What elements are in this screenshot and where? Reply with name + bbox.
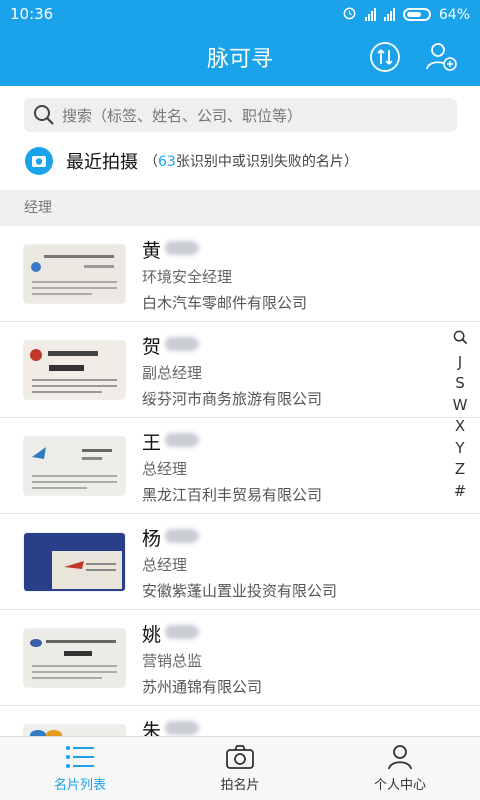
tab-scan-card[interactable]: 拍名片 xyxy=(160,737,320,800)
list-item[interactable]: 黄 环境安全经理 白木汽车零邮件有限公司 xyxy=(0,226,480,322)
contact-name: 王 xyxy=(142,428,200,455)
contact-title: 营销总监 xyxy=(142,652,203,670)
contact-title: 副总经理 xyxy=(142,364,203,382)
index-letter[interactable]: W xyxy=(453,395,468,417)
index-letter[interactable]: Z xyxy=(455,459,465,481)
index-letter[interactable]: S xyxy=(455,373,465,395)
business-card-thumbnail xyxy=(24,533,125,591)
business-card-thumbnail xyxy=(24,629,125,687)
list-item[interactable]: 杨 总经理 安徽紫蓬山置业投资有限公司 xyxy=(0,514,480,610)
sort-button[interactable] xyxy=(364,36,406,78)
camera-icon xyxy=(226,745,254,769)
contact-title: 总经理 xyxy=(142,556,188,574)
signal-icon-2 xyxy=(383,8,395,21)
contact-company: 安徽紫蓬山置业投资有限公司 xyxy=(142,582,338,600)
contact-title: 环境安全经理 xyxy=(142,268,233,286)
bottom-nav: 名片列表 拍名片 个人中心 xyxy=(0,736,480,800)
list-item[interactable]: 王 总经理 黑龙江百利丰贸易有限公司 xyxy=(0,418,480,514)
list-item[interactable]: 姚 营销总监 苏州通锦有限公司 xyxy=(0,610,480,706)
contact-name: 杨 xyxy=(142,524,200,551)
battery-level: 64% xyxy=(438,6,470,23)
index-letter[interactable]: Y xyxy=(455,438,464,460)
contact-company: 黑龙江百利丰贸易有限公司 xyxy=(142,486,323,504)
status-icons: 64% xyxy=(342,5,470,24)
alphabet-index[interactable]: J S W X Y Z # xyxy=(448,330,472,502)
contact-title: 总经理 xyxy=(142,460,188,478)
recent-title: 最近拍摄 xyxy=(66,152,138,173)
business-card-thumbnail xyxy=(24,341,125,399)
recent-note: （63张识别中或识别失败的名片） xyxy=(144,154,358,170)
contact-company: 白木汽车零邮件有限公司 xyxy=(142,294,308,312)
business-card-thumbnail xyxy=(24,725,125,736)
list-item[interactable]: 朱 xyxy=(0,706,480,736)
list-icon xyxy=(66,746,94,768)
search-input[interactable]: 搜索（标签、姓名、公司、职位等） xyxy=(24,98,457,132)
add-contact-button[interactable] xyxy=(420,36,462,78)
camera-icon xyxy=(25,147,53,175)
index-letter[interactable]: X xyxy=(455,416,465,438)
person-icon xyxy=(388,745,412,770)
index-letter[interactable]: J xyxy=(458,352,462,374)
tab-profile[interactable]: 个人中心 xyxy=(320,737,480,800)
battery-icon xyxy=(402,8,431,21)
status-time: 10:36 xyxy=(10,5,54,23)
contact-name: 黄 xyxy=(142,236,200,263)
tab-label: 名片列表 xyxy=(53,778,106,793)
contact-name: 朱 xyxy=(142,716,200,736)
contact-name: 姚 xyxy=(142,620,200,647)
index-search-icon[interactable] xyxy=(453,330,468,352)
status-bar: 10:36 64% xyxy=(0,0,480,28)
tab-label: 拍名片 xyxy=(220,778,260,793)
contact-company: 苏州通锦有限公司 xyxy=(142,678,263,696)
recent-captures-row[interactable]: 最近拍摄 （63张识别中或识别失败的名片） xyxy=(24,142,464,180)
list-item[interactable]: 贺 副总经理 绥芬河市商务旅游有限公司 xyxy=(0,322,480,418)
recent-count: 63 xyxy=(158,154,176,170)
page-title: 脉可寻 xyxy=(206,47,273,72)
contact-company: 绥芬河市商务旅游有限公司 xyxy=(142,390,323,408)
business-card-thumbnail xyxy=(24,245,125,303)
index-letter[interactable]: # xyxy=(454,481,467,503)
search-icon xyxy=(34,105,54,125)
contact-list[interactable]: 黄 环境安全经理 白木汽车零邮件有限公司 贺 副总经理 绥芬河市商务旅游有限公司… xyxy=(0,226,480,736)
sort-arrows-icon xyxy=(370,42,400,72)
contact-name: 贺 xyxy=(142,332,200,359)
alarm-icon xyxy=(342,5,357,24)
add-person-icon xyxy=(426,43,457,71)
section-header: 经理 xyxy=(0,190,480,226)
app-header: 脉可寻 xyxy=(0,28,480,86)
signal-icon xyxy=(364,8,376,21)
tab-card-list[interactable]: 名片列表 xyxy=(0,737,160,800)
search-placeholder: 搜索（标签、姓名、公司、职位等） xyxy=(62,106,303,125)
tab-label: 个人中心 xyxy=(373,778,426,793)
business-card-thumbnail xyxy=(24,437,125,495)
